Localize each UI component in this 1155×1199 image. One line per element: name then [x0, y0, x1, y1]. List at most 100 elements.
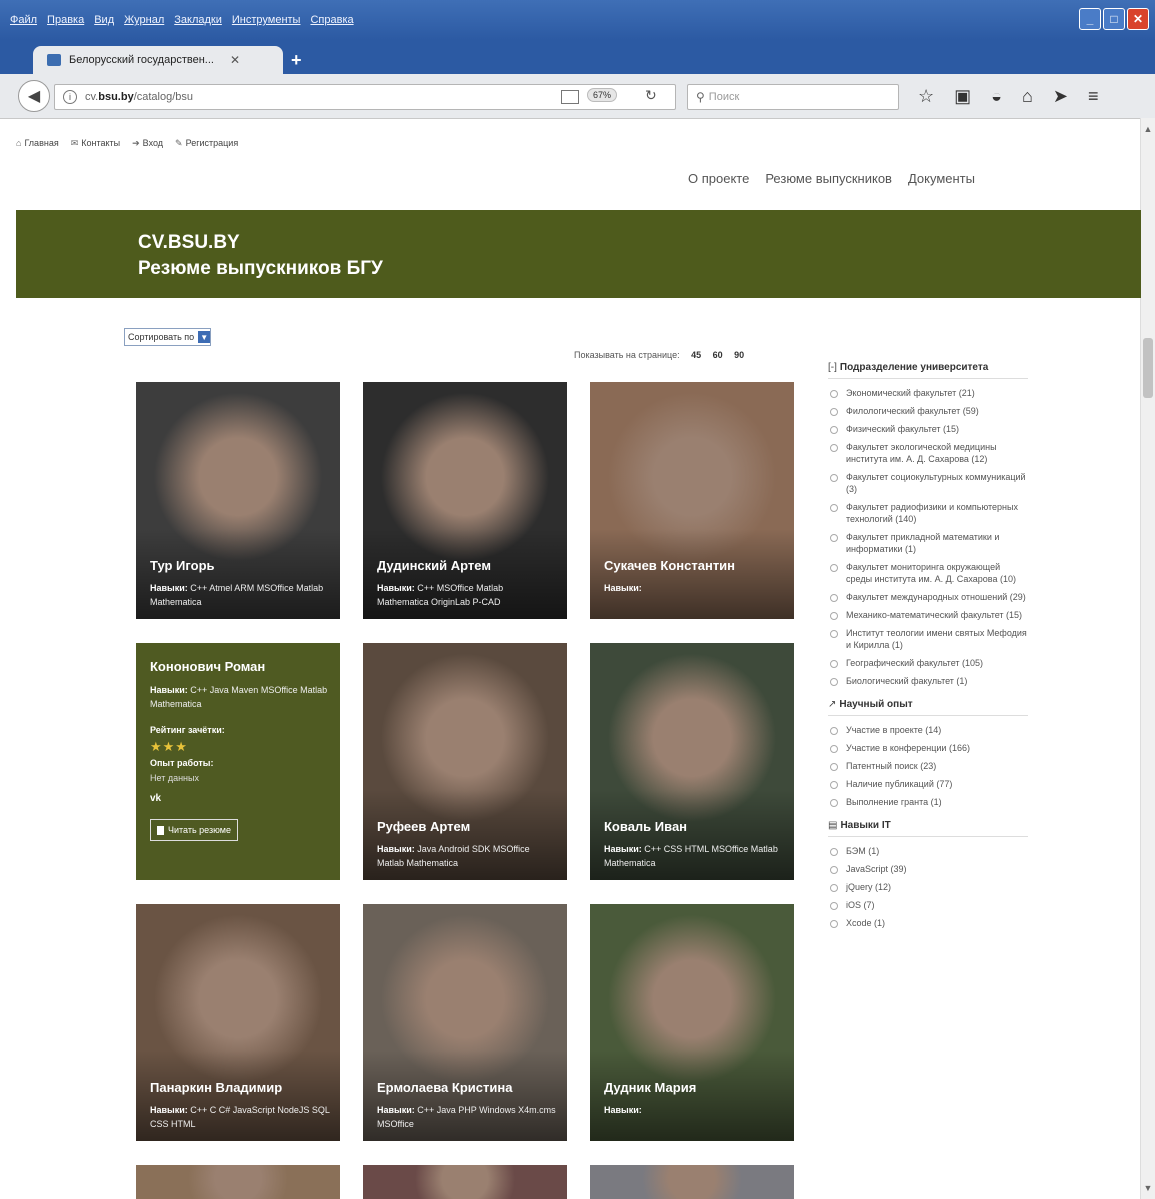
filter-option[interactable]: Институт теологии имени святых Мефодия и…	[828, 627, 1028, 651]
resume-card-expanded[interactable]: Кононович Роман Навыки: C++ Java Maven M…	[136, 643, 340, 880]
menu-edit[interactable]: Правка	[47, 14, 84, 28]
card-name[interactable]: Дудинский Артем	[377, 558, 491, 573]
filter-option[interactable]: Механико-математический факультет (15)	[828, 609, 1028, 621]
pocket-icon[interactable]: ◒	[991, 86, 1002, 107]
radio-button[interactable]	[830, 444, 838, 452]
card-name[interactable]: Ермолаева Кристина	[377, 1080, 512, 1095]
radio-button[interactable]	[830, 426, 838, 434]
radio-button[interactable]	[830, 678, 838, 686]
filter-option[interactable]: iOS (7)	[828, 899, 1028, 911]
radio-button[interactable]	[830, 745, 838, 753]
filter-option[interactable]: Факультет международных отношений (29)	[828, 591, 1028, 603]
radio-button[interactable]	[830, 594, 838, 602]
radio-button[interactable]	[830, 920, 838, 928]
resume-card[interactable]	[363, 1165, 567, 1199]
scroll-thumb[interactable]	[1143, 338, 1153, 398]
card-name[interactable]: Панаркин Владимир	[150, 1080, 282, 1095]
radio-button[interactable]	[830, 390, 838, 398]
menu-bookmarks[interactable]: Закладки	[174, 14, 222, 28]
menu-file[interactable]: Файл	[10, 14, 37, 28]
card-name[interactable]: Сукачев Константин	[604, 558, 735, 573]
address-bar[interactable]: i cv.bsu.by/catalog/bsu 67% ↻	[54, 84, 676, 110]
radio-button[interactable]	[830, 630, 838, 638]
filter-option[interactable]: Факультет экологической медицины институ…	[828, 441, 1028, 465]
filter-option[interactable]: Патентный поиск (23)	[828, 760, 1028, 772]
link-home[interactable]: ⌂ Главная	[16, 138, 59, 149]
radio-button[interactable]	[830, 660, 838, 668]
back-button[interactable]: ◀	[18, 80, 50, 112]
link-contacts[interactable]: ✉ Контакты	[71, 138, 120, 149]
filter-option[interactable]: Факультет социокультурных коммуникаций (…	[828, 471, 1028, 495]
radio-button[interactable]	[830, 408, 838, 416]
zoom-level[interactable]: 67%	[587, 88, 618, 102]
bookmarks-library-icon[interactable]: ▣	[954, 86, 971, 107]
reload-icon[interactable]: ↻	[645, 87, 657, 104]
close-window-button[interactable]: ✕	[1127, 8, 1149, 30]
nav-documents[interactable]: Документы	[908, 171, 975, 186]
radio-button[interactable]	[830, 884, 838, 892]
card-name[interactable]: Коваль Иван	[604, 819, 687, 834]
radio-button[interactable]	[830, 781, 838, 789]
menu-hamburger-icon[interactable]: ≡	[1088, 86, 1099, 107]
filter-option[interactable]: Факультет прикладной математики и информ…	[828, 531, 1028, 555]
filter-department-title[interactable]: [-] Подразделение университета	[828, 362, 1028, 379]
card-name[interactable]: Дудник Мария	[604, 1080, 696, 1095]
radio-button[interactable]	[830, 474, 838, 482]
filter-option[interactable]: Участие в конференции (166)	[828, 742, 1028, 754]
radio-button[interactable]	[830, 564, 838, 572]
radio-button[interactable]	[830, 799, 838, 807]
per-page-60[interactable]: 60	[713, 350, 723, 360]
site-info-icon[interactable]: i	[63, 90, 77, 104]
filter-option[interactable]: JavaScript (39)	[828, 863, 1028, 875]
card-name[interactable]: Руфеев Артем	[377, 819, 470, 834]
filter-option[interactable]: Участие в проекте (14)	[828, 724, 1028, 736]
bookmark-star-icon[interactable]: ☆	[918, 86, 934, 107]
menu-tools[interactable]: Инструменты	[232, 14, 301, 28]
filter-option[interactable]: jQuery (12)	[828, 881, 1028, 893]
nav-about[interactable]: О проекте	[688, 171, 749, 186]
resume-card[interactable]: Панаркин Владимир Навыки: C++ C C# JavaS…	[136, 904, 340, 1141]
maximize-button[interactable]: □	[1103, 8, 1125, 30]
radio-button[interactable]	[830, 848, 838, 856]
card-name[interactable]: Тур Игорь	[150, 558, 215, 573]
per-page-90[interactable]: 90	[734, 350, 744, 360]
filter-option[interactable]: Экономический факультет (21)	[828, 387, 1028, 399]
filter-option[interactable]: Xcode (1)	[828, 917, 1028, 929]
search-bar[interactable]: ⚲ Поиск	[687, 84, 899, 110]
new-tab-button[interactable]: +	[291, 50, 302, 71]
vertical-scrollbar[interactable]: ▲ ▼	[1140, 118, 1155, 1199]
resume-card[interactable]: Дудинский Артем Навыки: C++ MSOffice Mat…	[363, 382, 567, 619]
filter-option[interactable]: Факультет мониторинга окружающей среды и…	[828, 561, 1028, 585]
resume-card[interactable]	[590, 1165, 794, 1199]
radio-button[interactable]	[830, 902, 838, 910]
resume-card[interactable]	[136, 1165, 340, 1199]
reader-view-icon[interactable]	[561, 90, 579, 104]
radio-button[interactable]	[830, 612, 838, 620]
filter-option[interactable]: Биологический факультет (1)	[828, 675, 1028, 687]
scroll-down-icon[interactable]: ▼	[1141, 1183, 1155, 1193]
minimize-button[interactable]: _	[1079, 8, 1101, 30]
send-icon[interactable]: ➤	[1053, 86, 1068, 107]
filter-science-title[interactable]: ↗ Научный опыт	[828, 699, 1028, 716]
menu-help[interactable]: Справка	[310, 14, 353, 28]
filter-option[interactable]: Факультет радиофизики и компьютерных тех…	[828, 501, 1028, 525]
filter-option[interactable]: Географический факультет (105)	[828, 657, 1028, 669]
resume-card[interactable]: Руфеев Артем Навыки: Java Android SDK MS…	[363, 643, 567, 880]
radio-button[interactable]	[830, 504, 838, 512]
resume-card[interactable]: Тур Игорь Навыки: C++ Atmel ARM MSOffice…	[136, 382, 340, 619]
read-resume-button[interactable]: Читать резюме	[150, 819, 238, 841]
scroll-up-icon[interactable]: ▲	[1141, 124, 1155, 134]
radio-button[interactable]	[830, 866, 838, 874]
radio-button[interactable]	[830, 727, 838, 735]
link-register[interactable]: ✎ Регистрация	[175, 138, 238, 149]
filter-option[interactable]: Выполнение гранта (1)	[828, 796, 1028, 808]
radio-button[interactable]	[830, 763, 838, 771]
radio-button[interactable]	[830, 534, 838, 542]
filter-option[interactable]: Наличие публикаций (77)	[828, 778, 1028, 790]
filter-it-title[interactable]: ▤ Навыки IT	[828, 820, 1028, 837]
per-page-45[interactable]: 45	[691, 350, 701, 360]
sort-select[interactable]: Сортировать по ▼	[124, 328, 212, 346]
nav-resumes[interactable]: Резюме выпускников	[765, 171, 892, 186]
resume-card[interactable]: Дудник Мария Навыки:	[590, 904, 794, 1141]
browser-tab[interactable]: Белорусский государствен... ✕	[33, 46, 283, 74]
